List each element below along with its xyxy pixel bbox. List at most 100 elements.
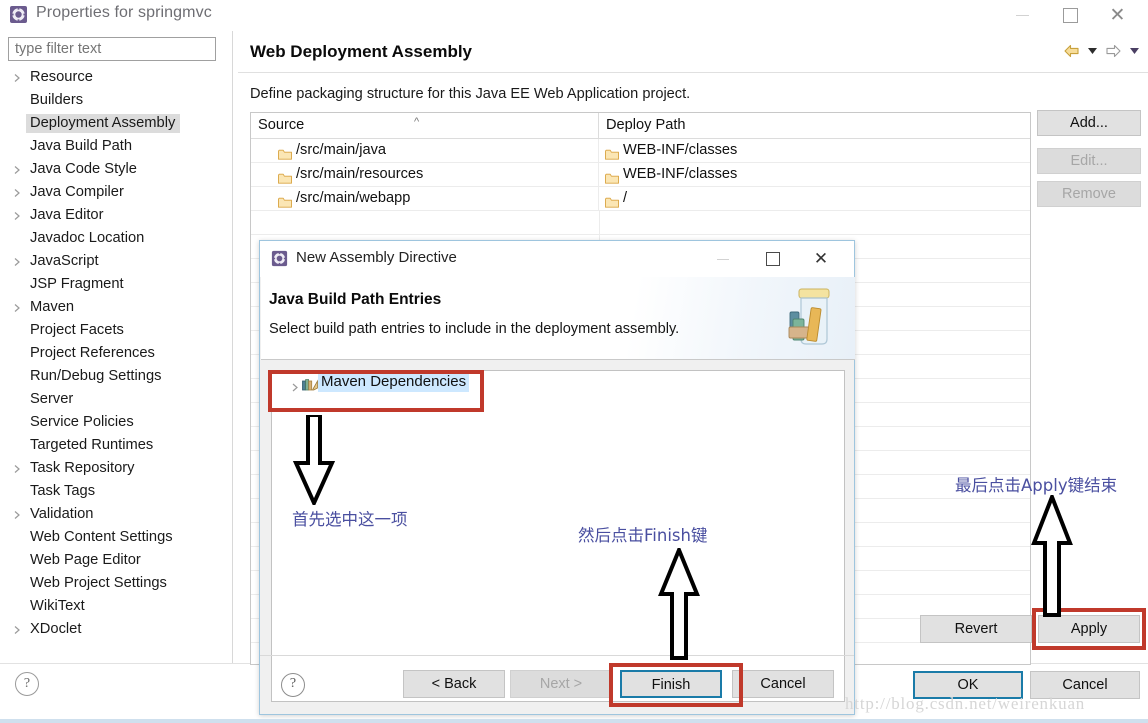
- sidebar-item-label: Service Policies: [30, 414, 134, 430]
- sidebar-item-label: Targeted Runtimes: [30, 437, 154, 453]
- help-icon[interactable]: ?: [281, 673, 305, 697]
- apply-button[interactable]: Apply: [1038, 615, 1140, 643]
- close-icon: ✕: [1109, 5, 1126, 26]
- sidebar-item-validation[interactable]: Validation: [0, 503, 232, 526]
- sidebar-item-project-references[interactable]: Project References: [0, 342, 232, 365]
- folder-icon: [278, 169, 292, 184]
- window-close-button[interactable]: ✕: [1095, 0, 1140, 31]
- chevron-right-icon[interactable]: [14, 211, 23, 220]
- sidebar-item-run-debug-settings[interactable]: Run/Debug Settings: [0, 365, 232, 388]
- back-arrow-icon[interactable]: [1060, 41, 1082, 61]
- page-header-rule: [238, 72, 1148, 73]
- sidebar-item-java-build-path[interactable]: Java Build Path: [0, 135, 232, 158]
- sidebar-item-wikitext[interactable]: WikiText: [0, 595, 232, 618]
- list-item-maven-dependencies[interactable]: Maven Dependencies: [272, 371, 844, 393]
- sidebar-item-java-compiler[interactable]: Java Compiler: [0, 181, 232, 204]
- window-bottom-edge: [0, 719, 1148, 723]
- sidebar-item-server[interactable]: Server: [0, 388, 232, 411]
- sidebar-item-web-project-settings[interactable]: Web Project Settings: [0, 572, 232, 595]
- table-cell-source-label: /src/main/webapp: [296, 190, 411, 206]
- table-cell-deploy-path: WEB-INF/classes: [599, 139, 1030, 162]
- page-description: Define packaging structure for this Java…: [250, 86, 691, 102]
- sidebar-item-task-repository[interactable]: Task Repository: [0, 457, 232, 480]
- finish-button[interactable]: Finish: [620, 670, 722, 698]
- revert-button[interactable]: Revert: [920, 615, 1032, 643]
- edit-button: Edit...: [1037, 148, 1141, 174]
- sidebar-item-task-tags[interactable]: Task Tags: [0, 480, 232, 503]
- column-header-source-label: Source: [258, 117, 305, 133]
- help-icon[interactable]: ?: [15, 672, 39, 696]
- sidebar-item-label: Javadoc Location: [30, 230, 145, 246]
- sidebar-item-targeted-runtimes[interactable]: Targeted Runtimes: [0, 434, 232, 457]
- sidebar-item-java-editor[interactable]: Java Editor: [0, 204, 232, 227]
- sidebar-item-javadoc-location[interactable]: Javadoc Location: [0, 227, 232, 250]
- settings-tree[interactable]: Resource Builders Deployment Assembly Java …: [0, 66, 232, 666]
- jar-with-books-icon: [773, 281, 849, 353]
- table-empty-cell: [251, 211, 600, 234]
- table-header-row: Source ^ Deploy Path: [251, 113, 1030, 139]
- table-cell-source: /src/main/java: [251, 139, 599, 162]
- sidebar-item-maven[interactable]: Maven: [0, 296, 232, 319]
- page-navigation: [1060, 40, 1142, 62]
- sidebar-item-xdoclet[interactable]: XDoclet: [0, 618, 232, 641]
- sidebar-item-label: XDoclet: [30, 621, 82, 637]
- sidebar-item-builders[interactable]: Builders: [0, 89, 232, 112]
- sidebar-item-service-policies[interactable]: Service Policies: [0, 411, 232, 434]
- sidebar-item-label: Java Code Style: [30, 161, 137, 177]
- sidebar-item-label: Deployment Assembly: [26, 114, 181, 133]
- eclipse-properties-icon: [9, 5, 28, 24]
- sidebar-item-label: Java Editor: [30, 207, 104, 223]
- folder-icon: [278, 193, 292, 208]
- chevron-right-icon[interactable]: [14, 73, 23, 82]
- forward-history-chevron-down-icon[interactable]: [1126, 41, 1142, 61]
- sidebar-item-project-facets[interactable]: Project Facets: [0, 319, 232, 342]
- window-maximize-button[interactable]: [1048, 0, 1093, 31]
- back-history-chevron-down-icon[interactable]: [1084, 41, 1100, 61]
- table-row[interactable]: /src/main/java WEB-INF/classes: [251, 139, 1030, 163]
- column-header-deploy-path[interactable]: Deploy Path: [599, 113, 1030, 138]
- sidebar-item-web-page-editor[interactable]: Web Page Editor: [0, 549, 232, 572]
- build-path-entries-list[interactable]: Maven Dependencies: [271, 370, 845, 702]
- add-button[interactable]: Add...: [1037, 110, 1141, 136]
- forward-arrow-icon[interactable]: [1102, 41, 1124, 61]
- dialog-banner-subtitle: Select build path entries to include in …: [269, 321, 680, 337]
- library-books-icon: [302, 376, 318, 391]
- table-row[interactable]: /src/main/webapp /: [251, 187, 1030, 211]
- sidebar-item-deployment-assembly[interactable]: Deployment Assembly: [0, 112, 232, 135]
- column-header-source[interactable]: Source ^: [251, 113, 599, 138]
- chevron-right-icon[interactable]: [14, 303, 23, 312]
- folder-icon: [605, 169, 619, 184]
- sidebar-item-label: Task Tags: [30, 483, 96, 499]
- filter-input[interactable]: [8, 37, 216, 61]
- sidebar-item-jsp-fragment[interactable]: JSP Fragment: [0, 273, 232, 296]
- chevron-right-icon[interactable]: [14, 257, 23, 266]
- chevron-right-icon[interactable]: [14, 165, 23, 174]
- sidebar-item-resource[interactable]: Resource: [0, 66, 232, 89]
- chevron-right-icon[interactable]: [14, 188, 23, 197]
- sidebar-item-label: WikiText: [30, 598, 85, 614]
- dialog-title: New Assembly Directive: [296, 249, 457, 266]
- sidebar-item-javascript[interactable]: JavaScript: [0, 250, 232, 273]
- dialog-minimize-button[interactable]: [704, 241, 742, 277]
- dialog-body: Maven Dependencies ? < Back Next > Finis…: [260, 361, 854, 714]
- sidebar-divider: [232, 31, 233, 663]
- sidebar-item-java-code-style[interactable]: Java Code Style: [0, 158, 232, 181]
- table-row[interactable]: /src/main/resources WEB-INF/classes: [251, 163, 1030, 187]
- chevron-right-icon[interactable]: [14, 510, 23, 519]
- sidebar-item-label: Run/Debug Settings: [30, 368, 162, 384]
- sidebar-item-label: Java Build Path: [30, 138, 133, 154]
- annotation-note-click-apply: 最后点击Apply键结束: [955, 476, 1118, 495]
- sidebar-item-web-content-settings[interactable]: Web Content Settings: [0, 526, 232, 549]
- chevron-right-icon[interactable]: [14, 625, 23, 634]
- column-header-deploy-path-label: Deploy Path: [606, 117, 686, 133]
- chevron-right-icon[interactable]: [292, 377, 301, 392]
- window-minimize-button[interactable]: [1000, 0, 1045, 31]
- page-title: Web Deployment Assembly: [250, 42, 473, 61]
- cancel-button[interactable]: Cancel: [732, 670, 834, 698]
- window-titlebar: Properties for springmvc ✕: [0, 0, 1148, 31]
- dialog-close-button[interactable]: ✕: [802, 241, 840, 277]
- dialog-maximize-button[interactable]: [754, 241, 792, 277]
- sidebar-item-label: Builders: [30, 92, 84, 108]
- back-button[interactable]: < Back: [403, 670, 505, 698]
- chevron-right-icon[interactable]: [14, 464, 23, 473]
